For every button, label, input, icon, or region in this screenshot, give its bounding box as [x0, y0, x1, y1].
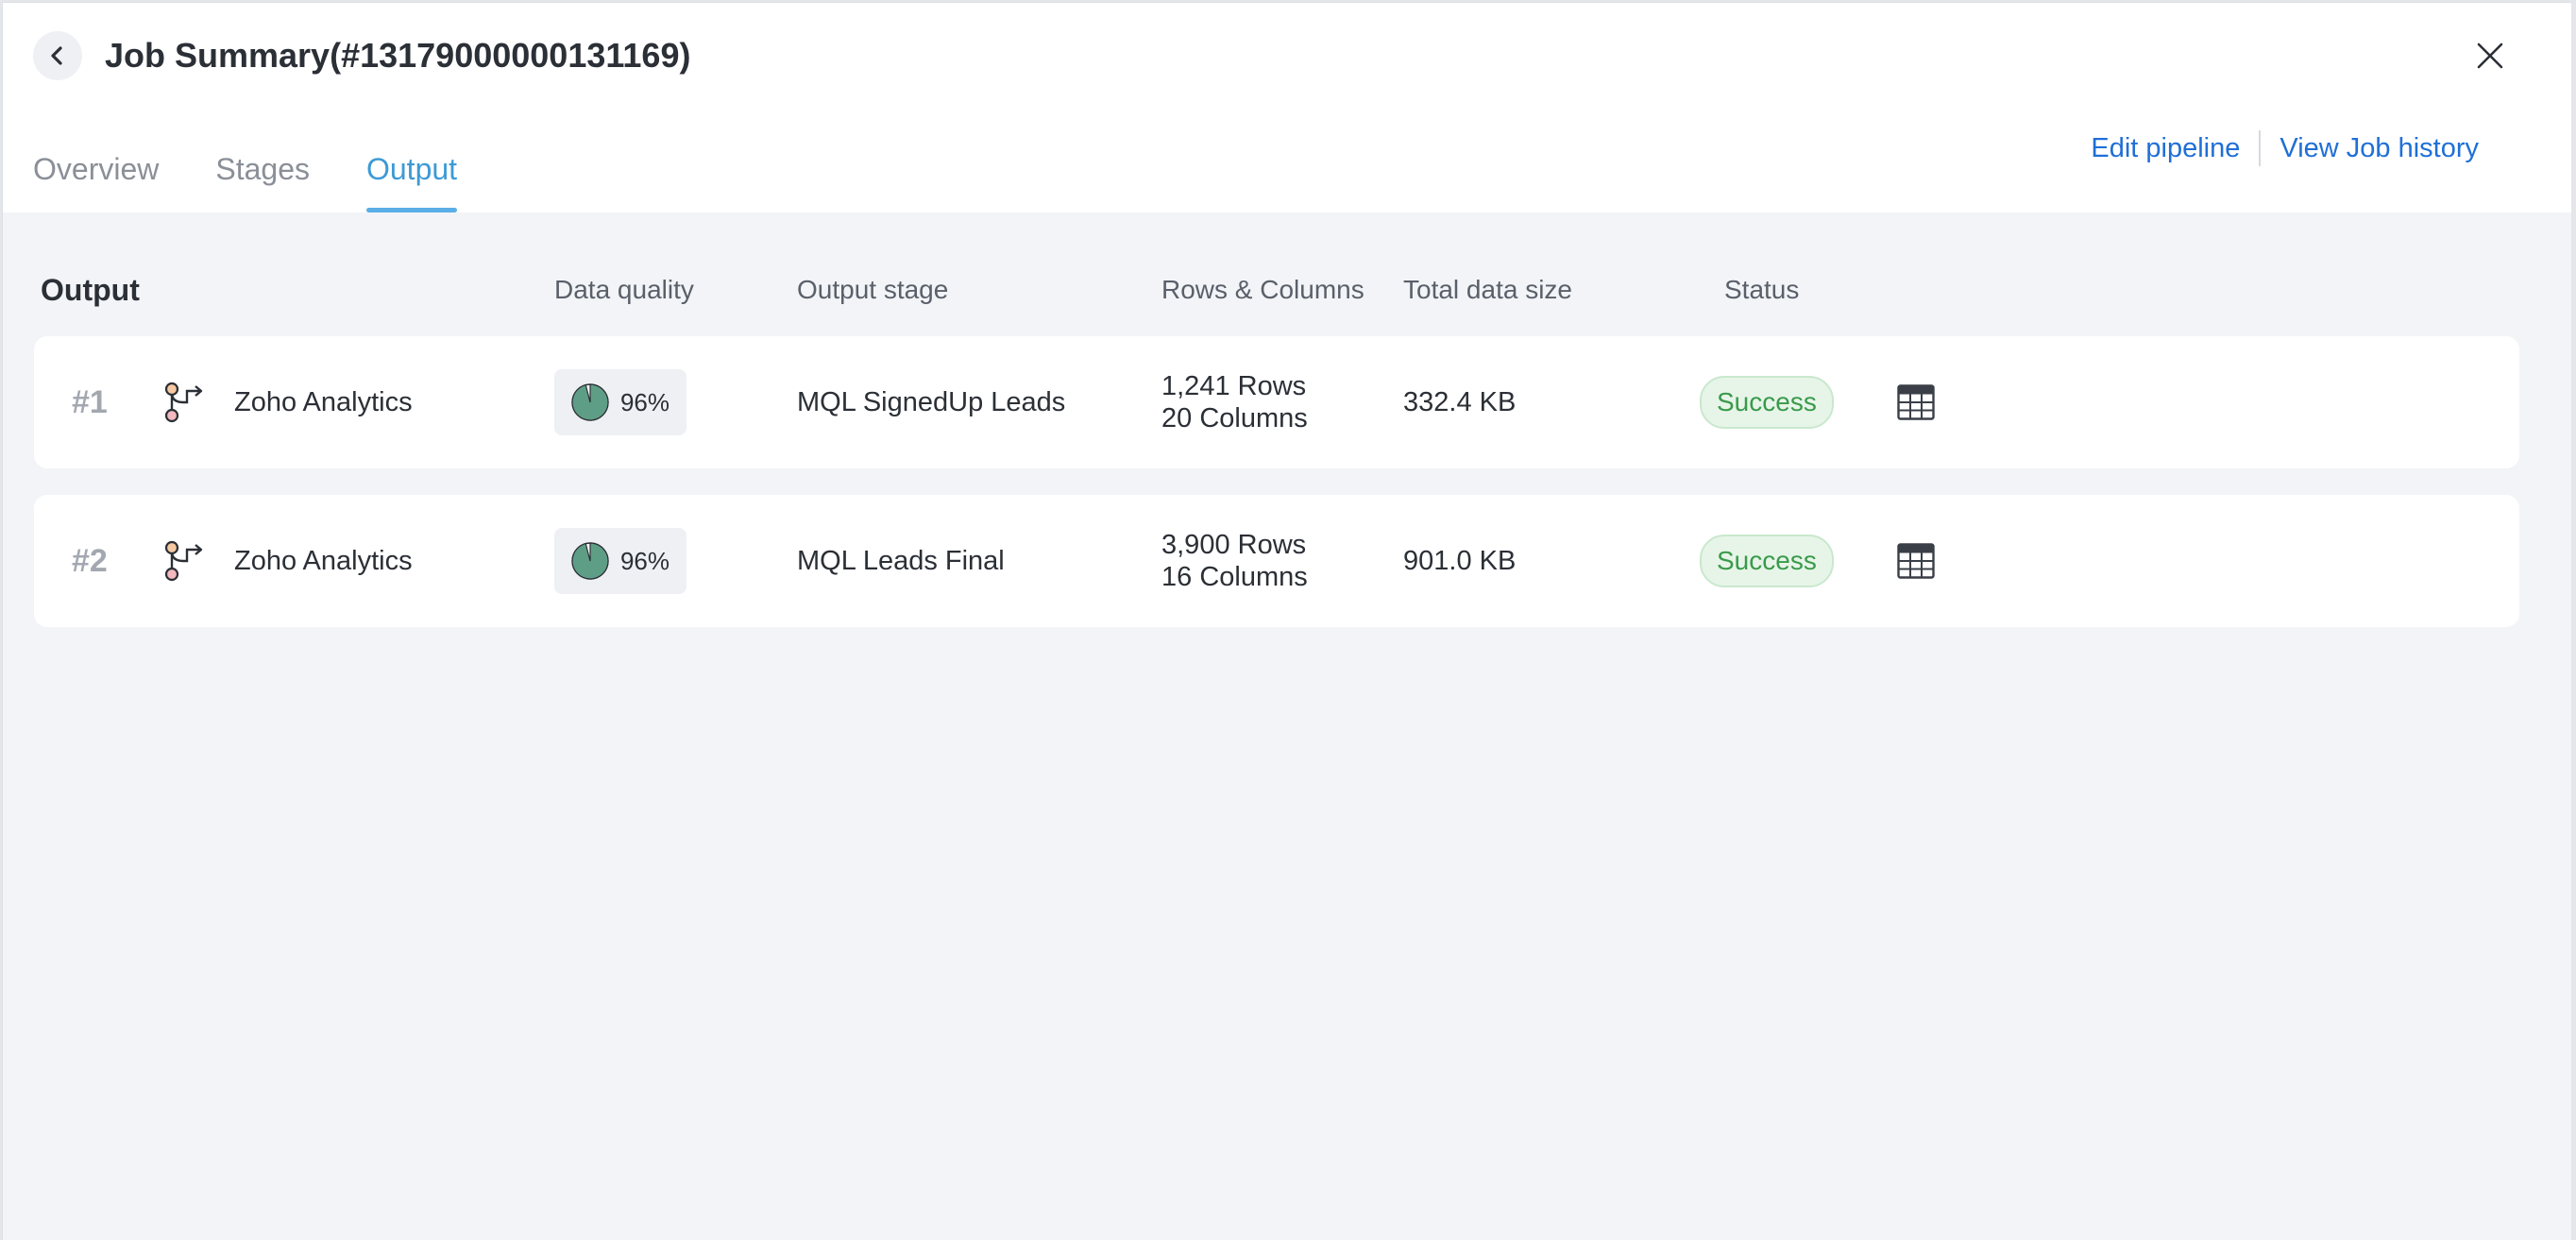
table-grid-icon[interactable]: [1897, 384, 1935, 420]
tab-bar: Overview Stages Output: [33, 141, 514, 212]
col-header-total-data-size: Total data size: [1403, 275, 1572, 304]
close-button[interactable]: [2467, 33, 2513, 78]
output-row: #2 Zoho Analytics 96% MQL Leads Final 3,…: [34, 495, 2519, 627]
rows-columns-info: 3,900 Rows 16 Columns: [1161, 495, 1308, 627]
destination-name: Zoho Analytics: [234, 386, 413, 417]
data-size: 332.4 KB: [1403, 386, 1517, 417]
row-count: 3,900 Rows: [1161, 530, 1307, 560]
destination-name: Zoho Analytics: [234, 545, 413, 576]
edit-pipeline-link[interactable]: Edit pipeline: [2091, 133, 2240, 164]
column-count: 16 Columns: [1161, 562, 1308, 592]
col-header-data-quality: Data quality: [554, 275, 694, 304]
data-quality-value: 96%: [619, 546, 670, 575]
tab-stages[interactable]: Stages: [215, 141, 310, 212]
view-job-history-link[interactable]: View Job history: [2279, 133, 2479, 164]
back-button[interactable]: [33, 31, 82, 80]
link-divider: [2259, 130, 2262, 166]
output-stage-name[interactable]: MQL SignedUp Leads: [797, 387, 1065, 418]
output-section-title: Output: [41, 273, 140, 307]
job-summary-panel: Job Summary(#13179000000131169) Overview…: [2, 2, 2571, 1240]
row-index: #1: [72, 383, 108, 420]
data-quality-value: 96%: [619, 387, 670, 416]
data-quality-badge[interactable]: 96%: [554, 528, 686, 594]
pie-chart-icon: [571, 383, 609, 421]
column-count: 20 Columns: [1161, 403, 1308, 433]
table-grid-icon[interactable]: [1897, 543, 1935, 579]
rows-columns-info: 1,241 Rows 20 Columns: [1161, 336, 1308, 468]
col-header-rows-columns: Rows & Columns: [1161, 275, 1364, 304]
pipeline-output-icon: [164, 540, 203, 582]
header-links: Edit pipeline View Job history: [2091, 126, 2479, 171]
pipeline-output-icon: [164, 382, 203, 423]
tab-output[interactable]: Output: [365, 141, 458, 212]
row-index: #2: [72, 542, 108, 579]
data-size: 901.0 KB: [1403, 545, 1517, 576]
col-header-output-stage: Output stage: [797, 275, 949, 304]
output-row: #1 Zoho Analytics 96% MQL SignedUp Leads…: [34, 336, 2519, 468]
data-quality-badge[interactable]: 96%: [554, 369, 686, 435]
col-header-status: Status: [1724, 275, 1800, 304]
close-icon: [2477, 42, 2503, 69]
chevron-left-icon: [51, 46, 62, 65]
output-stage-name[interactable]: MQL Leads Final: [797, 546, 1005, 577]
status-badge: Success: [1700, 535, 1834, 587]
page-title: Job Summary(#13179000000131169): [105, 36, 691, 75]
row-count: 1,241 Rows: [1161, 371, 1307, 401]
tab-overview[interactable]: Overview: [33, 141, 159, 212]
pie-chart-icon: [571, 542, 609, 580]
header: Job Summary(#13179000000131169) Overview…: [3, 3, 2571, 212]
status-badge: Success: [1700, 376, 1834, 429]
